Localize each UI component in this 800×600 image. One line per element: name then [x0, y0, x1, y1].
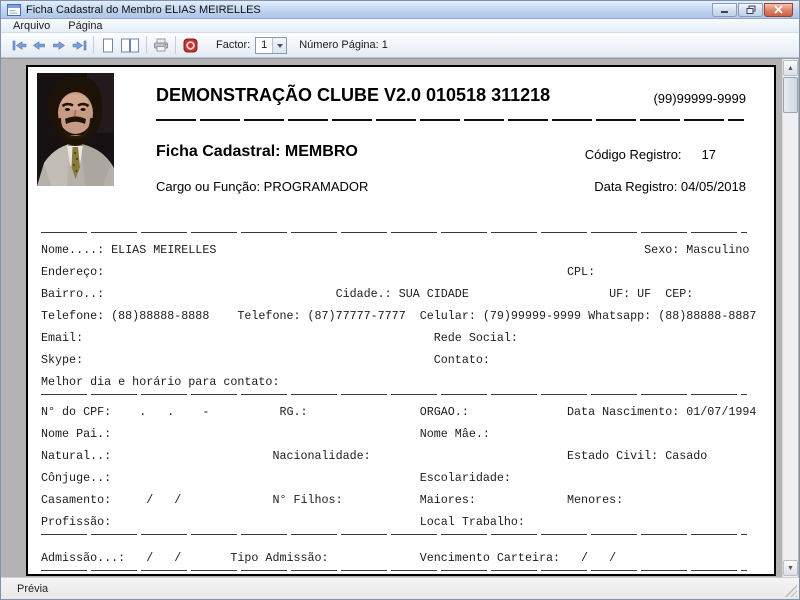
member-photo [37, 73, 114, 186]
close-icon [774, 5, 783, 14]
resize-grip-icon[interactable] [785, 585, 797, 597]
form-title: Ficha Cadastral: MEMBRO [156, 143, 358, 161]
scrollbar-thumb[interactable] [783, 77, 798, 113]
club-title: DEMONSTRAÇÃO CLUBE V2.0 010518 311218 [156, 85, 550, 106]
registry-code-value: 17 [702, 147, 716, 162]
print-button[interactable] [151, 35, 171, 55]
preview-workspace: DEMONSTRAÇÃO CLUBE V2.0 010518 311218 (9… [1, 58, 799, 577]
last-page-button[interactable] [69, 35, 89, 55]
two-page-view-button[interactable] [118, 35, 142, 55]
toolbar: Factor: 1 Número Página: 1 [1, 33, 799, 58]
previous-page-button[interactable] [29, 35, 49, 55]
titlebar: Ficha Cadastral do Membro ELIAS MEIRELLE… [1, 1, 799, 19]
menu-arquivo[interactable]: Arquivo [13, 20, 50, 32]
registry-code-label: Código Registro: [585, 147, 682, 162]
menubar: Arquivo Página [1, 19, 799, 33]
form-row-cpf: N° do CPF: . . - RG.: ORGAO.: Data Nasci… [41, 401, 756, 423]
toolbar-separator [175, 36, 176, 54]
document-page: DEMONSTRAÇÃO CLUBE V2.0 010518 311218 (9… [26, 65, 776, 576]
form-row-pais: Nome Pai.: Nome Mâe.: [41, 423, 490, 445]
first-page-icon [12, 40, 27, 51]
status-text: Prévia [17, 583, 48, 595]
vertical-scrollbar[interactable]: ▲ ▼ [782, 59, 798, 577]
form-divider [41, 534, 747, 535]
form-row-bairro: Bairro..: Cidade.: SUA CIDADE UF: UF CEP… [41, 283, 693, 305]
next-page-button[interactable] [49, 35, 69, 55]
form-row-admissao: Admissão...: / / Tipo Admissão: Vencimen… [41, 547, 616, 569]
form-row-natural: Natural..: Nacionalidade: Estado Civil: … [41, 445, 707, 467]
registry-code: Código Registro: 17 [585, 147, 716, 162]
previous-page-icon [32, 40, 46, 51]
printer-icon [153, 38, 169, 52]
restore-button[interactable] [738, 3, 763, 17]
minimize-icon [720, 5, 729, 14]
minimize-button[interactable] [712, 3, 737, 17]
form-row-conjuge: Cônjuge..: Escolaridade: [41, 467, 511, 489]
next-page-icon [52, 40, 66, 51]
last-page-icon [72, 40, 87, 51]
form-row-profissao: Profissão: Local Trabalho: [41, 511, 525, 533]
single-page-view-button[interactable] [98, 35, 118, 55]
role-line: Cargo ou Função: PROGRAMADOR [156, 179, 368, 194]
restore-icon [746, 5, 756, 14]
title-underline [156, 119, 744, 121]
factor-dropdown-arrow-icon[interactable] [272, 38, 286, 53]
form-divider [41, 570, 747, 571]
statusbar: Prévia [1, 577, 799, 599]
factor-select[interactable]: 1 [255, 37, 287, 54]
form-row-skype: Skype: Contato: [41, 349, 490, 371]
menu-pagina[interactable]: Página [68, 20, 102, 32]
form-divider [41, 232, 747, 233]
form-row-melhor-dia: Melhor dia e horário para contato: [41, 371, 279, 393]
form-row-telefones: Telefone: (88)88888-8888 Telefone: (87)7… [41, 305, 756, 327]
app-window: Ficha Cadastral do Membro ELIAS MEIRELLE… [0, 0, 800, 600]
form-row-email: Email: Rede Social: [41, 327, 518, 349]
toolbar-separator [93, 36, 94, 54]
single-page-icon [102, 38, 114, 53]
close-button[interactable] [764, 3, 793, 17]
app-icon [7, 4, 21, 16]
scroll-down-button[interactable]: ▼ [783, 560, 798, 576]
form-row-endereco: Endereço: CPL: [41, 261, 595, 283]
factor-value: 1 [256, 39, 272, 51]
factor-label: Factor: [216, 39, 250, 51]
close-preview-button[interactable] [180, 35, 200, 55]
form-divider [41, 394, 747, 395]
window-controls [712, 3, 793, 17]
two-page-icon [120, 38, 140, 53]
registry-date: Data Registro: 04/05/2018 [594, 179, 746, 194]
window-title: Ficha Cadastral do Membro ELIAS MEIRELLE… [26, 4, 712, 16]
form-row-casamento: Casamento: / / N° Filhos: Maiores: Menor… [41, 489, 623, 511]
page-number-label: Número Página: 1 [299, 39, 388, 51]
first-page-button[interactable] [9, 35, 29, 55]
club-phone: (99)99999-9999 [653, 91, 746, 106]
form-row-nome: Nome....: ELIAS MEIRELLES Sexo: Masculin… [41, 239, 749, 261]
stop-icon [183, 38, 198, 53]
scroll-up-button[interactable]: ▲ [783, 60, 798, 76]
toolbar-separator [146, 36, 147, 54]
